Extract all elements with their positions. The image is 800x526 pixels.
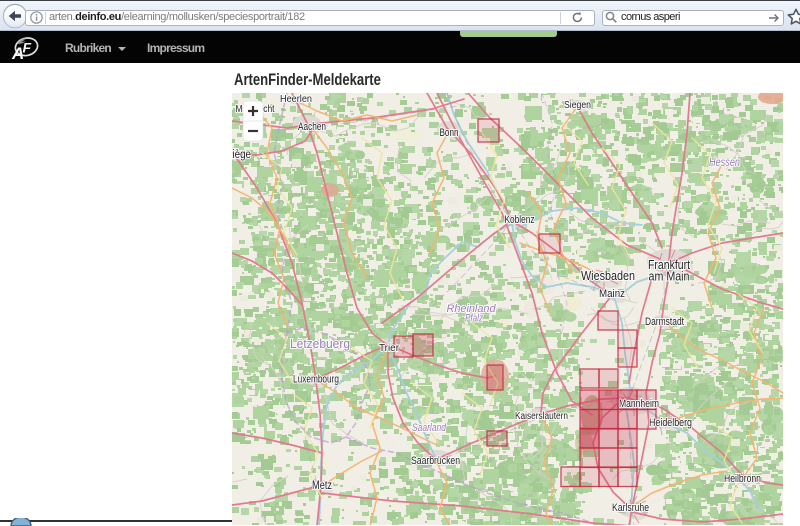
svg-text:Wiesbaden: Wiesbaden [581,269,635,283]
svg-text:Lëtzebuerg: Lëtzebuerg [290,336,350,351]
svg-text:Heilbronn: Heilbronn [724,473,761,485]
svg-text:Karlsruhe: Karlsruhe [612,502,649,514]
svg-text:Heerlen: Heerlen [280,93,312,105]
svg-text:Saarland: Saarland [412,422,447,434]
svg-text:Luxembourg: Luxembourg [293,374,339,386]
svg-text:Mannheim: Mannheim [619,398,659,410]
svg-text:Koblenz: Koblenz [505,214,535,226]
svg-text:Mainz: Mainz [599,288,625,300]
svg-text:Bonn: Bonn [440,127,459,139]
svg-text:Aachen: Aachen [298,121,326,133]
svg-text:Metz: Metz [312,480,332,492]
svg-text:Hessen: Hessen [709,157,740,169]
svg-text:Pfalz: Pfalz [465,313,483,325]
svg-text:Trier: Trier [379,342,399,354]
svg-text:am Main: am Main [649,270,690,284]
svg-text:Kaiserslautern: Kaiserslautern [515,411,568,422]
svg-text:Saarbrücken: Saarbrücken [411,455,460,467]
svg-text:Liège: Liège [232,149,251,161]
svg-text:Darmstadt: Darmstadt [645,316,684,328]
svg-text:Siegen: Siegen [564,99,591,111]
svg-text:F: F [23,40,32,56]
svg-text:Heidelberg: Heidelberg [649,417,692,429]
